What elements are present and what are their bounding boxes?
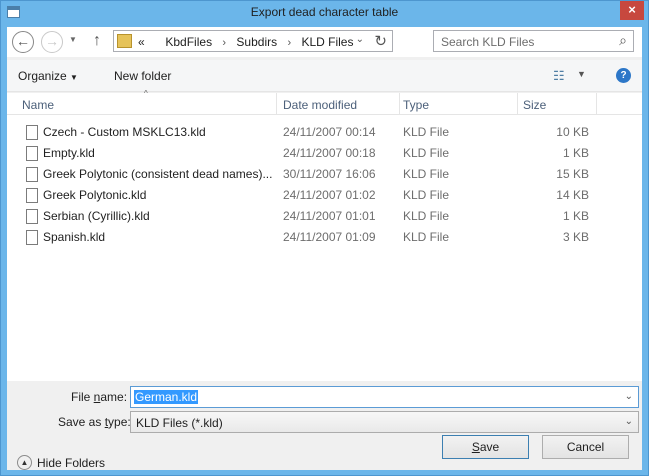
save-as-type-select[interactable]: KLD Files (*.kld) ⌄	[130, 411, 639, 433]
file-date: 24/11/2007 00:18	[283, 146, 376, 160]
file-size: 1 KB	[562, 209, 589, 223]
folder-icon	[117, 34, 132, 48]
export-dialog: Export dead character table × ← → ▼ ↑ « …	[0, 0, 649, 476]
column-header: Name ^ Date modified Type Size	[7, 89, 642, 115]
label-part: File	[71, 390, 94, 404]
table-row[interactable]: Greek Polytonic (consistent dead names).…	[7, 164, 642, 185]
chevron-down-icon[interactable]: ⌄	[625, 416, 633, 427]
filename-label: File name:	[71, 390, 127, 404]
column-date-modified[interactable]: Date modified	[283, 98, 357, 112]
refresh-icon[interactable]: ↻	[374, 32, 387, 50]
file-type: KLD File	[403, 209, 450, 223]
organize-menu-button[interactable]: Organize ▼	[18, 69, 78, 83]
label-part: ype:	[108, 415, 131, 429]
navigation-bar: ← → ▼ ↑ « KbdFiles › Subdirs › KLD Files…	[7, 27, 642, 57]
save-label: ave	[479, 440, 500, 454]
close-button[interactable]: ×	[620, 1, 644, 20]
chevron-right-icon: ›	[222, 37, 227, 49]
file-size: 10 KB	[556, 125, 589, 139]
label-part: Save as	[58, 415, 105, 429]
search-input[interactable]: Search KLD Files ⌕	[433, 30, 634, 52]
file-size: 1 KB	[562, 146, 589, 160]
file-name: Czech - Custom MSKLC13.kld	[43, 125, 206, 139]
up-folder-icon[interactable]: ↑	[93, 32, 101, 50]
file-size: 15 KB	[556, 167, 589, 181]
sort-arrow-icon: ^	[144, 89, 148, 98]
search-placeholder: Search KLD Files	[441, 35, 535, 49]
view-dropdown-icon[interactable]: ▼	[577, 69, 586, 79]
column-size[interactable]: Size	[523, 98, 546, 112]
back-button[interactable]: ←	[12, 31, 34, 53]
column-name[interactable]: Name	[22, 98, 54, 112]
save-accelerator: S	[471, 440, 480, 454]
file-icon	[26, 167, 38, 182]
command-toolbar: Organize ▼ New folder ☷ ▼ ?	[7, 60, 642, 92]
file-date: 24/11/2007 00:14	[283, 125, 376, 139]
search-icon[interactable]: ⌕	[619, 32, 627, 49]
file-name: Serbian (Cyrillic).kld	[43, 209, 150, 223]
recent-locations-icon[interactable]: ▼	[69, 35, 77, 44]
column-divider	[517, 93, 518, 115]
file-date: 24/11/2007 01:09	[283, 230, 376, 244]
hide-folders-button[interactable]: ▲ Hide Folders	[17, 454, 117, 472]
hide-folders-label: Hide Folders	[37, 456, 106, 470]
file-date: 24/11/2007 01:02	[283, 188, 376, 202]
column-type[interactable]: Type	[403, 98, 429, 112]
file-icon	[26, 230, 38, 245]
filename-field[interactable]: German.kld ⌄	[130, 386, 639, 408]
file-type: KLD File	[403, 146, 450, 160]
table-row[interactable]: Greek Polytonic.kld 24/11/2007 01:02 KLD…	[7, 185, 642, 206]
file-name: Greek Polytonic.kld	[43, 188, 147, 202]
save-button[interactable]: Save	[442, 435, 529, 459]
file-type: KLD File	[403, 230, 450, 244]
table-row[interactable]: Serbian (Cyrillic).kld 24/11/2007 01:01 …	[7, 206, 642, 227]
file-date: 24/11/2007 01:01	[283, 209, 376, 223]
breadcrumb-subdirs[interactable]: Subdirs	[236, 35, 277, 49]
chevron-right-icon: ›	[287, 37, 292, 49]
file-date: 30/11/2007 16:06	[283, 167, 376, 181]
view-options-icon[interactable]: ☷	[553, 68, 565, 84]
forward-button[interactable]: →	[41, 31, 63, 53]
file-size: 3 KB	[562, 230, 589, 244]
address-bar[interactable]: « KbdFiles › Subdirs › KLD Files ⌄ ↻	[113, 30, 393, 52]
table-row[interactable]: Empty.kld 24/11/2007 00:18 KLD File 1 KB	[7, 143, 642, 164]
chevron-down-icon[interactable]: ⌄	[625, 391, 633, 402]
file-name: Spanish.kld	[43, 230, 106, 244]
window-title: Export dead character table	[250, 5, 399, 19]
file-size: 14 KB	[556, 188, 589, 202]
organize-label: Organize	[18, 69, 67, 83]
file-list: Name ^ Date modified Type Size Czech - C…	[7, 89, 642, 381]
file-icon	[26, 125, 38, 140]
table-row[interactable]: Czech - Custom MSKLC13.kld 24/11/2007 00…	[7, 122, 642, 143]
help-icon[interactable]: ?	[616, 68, 631, 83]
file-name: Empty.kld	[43, 146, 95, 160]
filename-value[interactable]: German.kld	[134, 390, 199, 404]
file-type: KLD File	[403, 125, 450, 139]
file-icon	[26, 209, 38, 224]
breadcrumb: « KbdFiles › Subdirs › KLD Files	[138, 35, 353, 49]
label-part: ame:	[100, 390, 128, 404]
file-type: KLD File	[403, 188, 450, 202]
file-type: KLD File	[403, 167, 450, 181]
new-folder-button[interactable]: New folder	[114, 69, 171, 83]
breadcrumb-kbdfiles[interactable]: KbdFiles	[165, 35, 212, 49]
cancel-button[interactable]: Cancel	[542, 435, 629, 459]
column-divider	[399, 93, 400, 115]
file-icon	[26, 146, 38, 161]
chevron-up-icon: ▲	[17, 455, 32, 470]
column-divider	[596, 93, 597, 115]
breadcrumb-overflow-icon[interactable]: «	[138, 35, 145, 49]
save-as-type-value: KLD Files (*.kld)	[136, 416, 223, 430]
file-icon	[26, 188, 38, 203]
title-bar: Export dead character table ×	[1, 1, 648, 25]
save-as-type-label: Save as type:	[58, 415, 131, 429]
table-row[interactable]: Spanish.kld 24/11/2007 01:09 KLD File 3 …	[7, 227, 642, 248]
dropdown-arrow-icon: ▼	[70, 73, 78, 82]
dialog-content: ← → ▼ ↑ « KbdFiles › Subdirs › KLD Files…	[7, 27, 642, 470]
file-name: Greek Polytonic (consistent dead names).…	[43, 167, 273, 181]
address-dropdown-icon[interactable]: ⌄	[356, 34, 364, 45]
breadcrumb-kld-files[interactable]: KLD Files	[301, 35, 353, 49]
column-divider	[276, 93, 277, 115]
